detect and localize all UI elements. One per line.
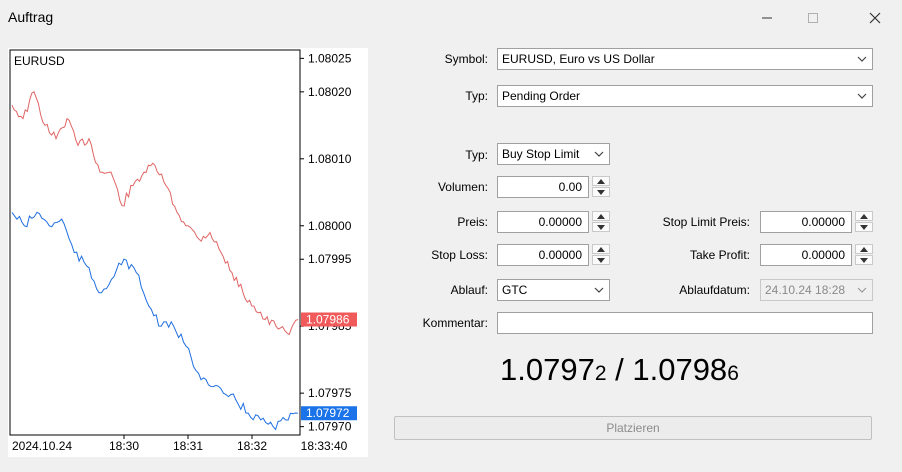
price-tick-label: 1.08020 (308, 85, 352, 99)
chevron-up-icon (597, 246, 605, 252)
price-tick-label: 1.08000 (308, 219, 352, 233)
chevron-up-icon (597, 178, 605, 184)
chevron-down-icon (597, 257, 605, 263)
preis-input[interactable]: 0.00000 (497, 211, 589, 233)
stop-limit-value: 0.00000 (801, 215, 845, 229)
chevron-down-icon (860, 224, 868, 230)
take-profit-label: Take Profit: (689, 248, 750, 262)
price-tick-label: 1.08025 (308, 51, 352, 65)
time-tick-label: 2024.10.24 (12, 439, 72, 453)
stop-limit-input[interactable]: 0.00000 (760, 211, 852, 233)
volumen-input[interactable]: 0.00 (497, 176, 589, 198)
chevron-down-icon (597, 189, 605, 195)
plot-frame (9, 49, 301, 436)
ask-pipette: 6 (727, 362, 739, 385)
chevron-down-icon (594, 151, 604, 157)
ablauf-select[interactable]: GTC (497, 279, 610, 301)
symbol-label: Symbol: (444, 52, 488, 66)
decrement-button[interactable] (592, 255, 610, 265)
time-tick-label: 18:31 (173, 439, 203, 453)
increment-button[interactable] (592, 211, 610, 221)
chevron-up-icon (860, 246, 868, 252)
bid-price-tag-label: 1.07972 (306, 406, 350, 420)
price-tick-label: 1.07995 (308, 252, 352, 266)
chart-canvas: 1.08025 1.08020 1.08010 1.08000 1.07995 1.079… (9, 49, 357, 453)
ablauf-label: Ablauf: (450, 283, 488, 297)
price-tick-label: 1.08010 (308, 152, 352, 166)
price-chart: 1.08025 1.08020 1.08010 1.08000 1.07995 1.079… (8, 48, 368, 457)
place-button[interactable]: Platzieren (394, 416, 872, 440)
symbol-value: EURUSD, Euro vs US Dollar (502, 52, 655, 66)
increment-button[interactable] (855, 244, 873, 254)
typ-select[interactable]: Pending Order (497, 85, 873, 107)
chevron-down-icon (594, 287, 604, 293)
bid-price: 1.0797 (500, 352, 595, 387)
chart-symbol-label: EURUSD (14, 54, 65, 68)
preis-stepper[interactable] (592, 211, 610, 233)
ask-price: 1.0798 (632, 352, 728, 387)
chevron-down-icon (857, 56, 867, 62)
minimize-icon (762, 17, 772, 19)
typ-label: Typ: (465, 89, 488, 103)
decrement-button[interactable] (855, 255, 873, 265)
ablaufdatum-label: Ablaufdatum: (679, 283, 750, 297)
chevron-up-icon (860, 213, 868, 219)
stop-loss-stepper[interactable] (592, 244, 610, 266)
chevron-down-icon (857, 93, 867, 99)
take-profit-input[interactable]: 0.00000 (760, 244, 852, 266)
quote-display: 1.07972 / 1.07986 (500, 352, 739, 388)
quote-separator: / (606, 352, 633, 387)
chevron-down-icon (860, 257, 868, 263)
time-tick-label: 18:32 (237, 439, 267, 453)
preis-label: Preis: (457, 215, 488, 229)
stop-loss-value: 0.00000 (538, 248, 582, 262)
stop-loss-label: Stop Loss: (431, 248, 488, 262)
title-bar: Auftrag (0, 0, 902, 36)
decrement-button[interactable] (592, 222, 610, 232)
symbol-select[interactable]: EURUSD, Euro vs US Dollar (497, 48, 873, 70)
typ-value: Pending Order (502, 89, 581, 103)
close-button[interactable] (852, 0, 898, 36)
decrement-button[interactable] (855, 222, 873, 232)
volumen-label: Volumen: (437, 180, 488, 194)
increment-button[interactable] (592, 244, 610, 254)
chevron-down-icon (857, 287, 867, 293)
order-type-label: Typ: (465, 148, 488, 162)
volumen-value: 0.00 (558, 180, 582, 194)
order-type-select[interactable]: Buy Stop Limit (497, 143, 610, 165)
maximize-icon (808, 13, 818, 23)
close-icon (869, 12, 881, 24)
chevron-down-icon (597, 224, 605, 230)
price-tick-label: 1.07970 (308, 420, 352, 434)
minimize-button[interactable] (744, 0, 790, 36)
ask-price-tag-label: 1.07986 (306, 313, 350, 327)
ablauf-value: GTC (502, 283, 528, 297)
increment-button[interactable] (592, 176, 610, 186)
bid-pipette: 2 (594, 362, 607, 385)
order-type-value: Buy Stop Limit (502, 147, 580, 161)
time-tick-label: 18:30 (109, 439, 139, 453)
take-profit-stepper[interactable] (855, 244, 873, 266)
stop-loss-input[interactable]: 0.00000 (497, 244, 589, 266)
preis-value: 0.00000 (538, 215, 582, 229)
stop-limit-label: Stop Limit Preis: (662, 215, 750, 229)
window-title: Auftrag (8, 9, 54, 25)
maximize-button[interactable] (790, 0, 836, 36)
chevron-up-icon (597, 213, 605, 219)
kommentar-label: Kommentar: (422, 316, 488, 330)
ablaufdatum-picker[interactable]: 24.10.24 18:28 (760, 279, 873, 301)
increment-button[interactable] (855, 211, 873, 221)
kommentar-input[interactable] (497, 312, 873, 334)
price-tick-label: 1.07975 (308, 386, 352, 400)
time-tick-label: 18:33:40 (301, 439, 348, 453)
decrement-button[interactable] (592, 187, 610, 197)
take-profit-value: 0.00000 (801, 248, 845, 262)
ablaufdatum-value: 24.10.24 18:28 (765, 283, 846, 297)
volumen-stepper[interactable] (592, 176, 610, 198)
stop-limit-stepper[interactable] (855, 211, 873, 233)
